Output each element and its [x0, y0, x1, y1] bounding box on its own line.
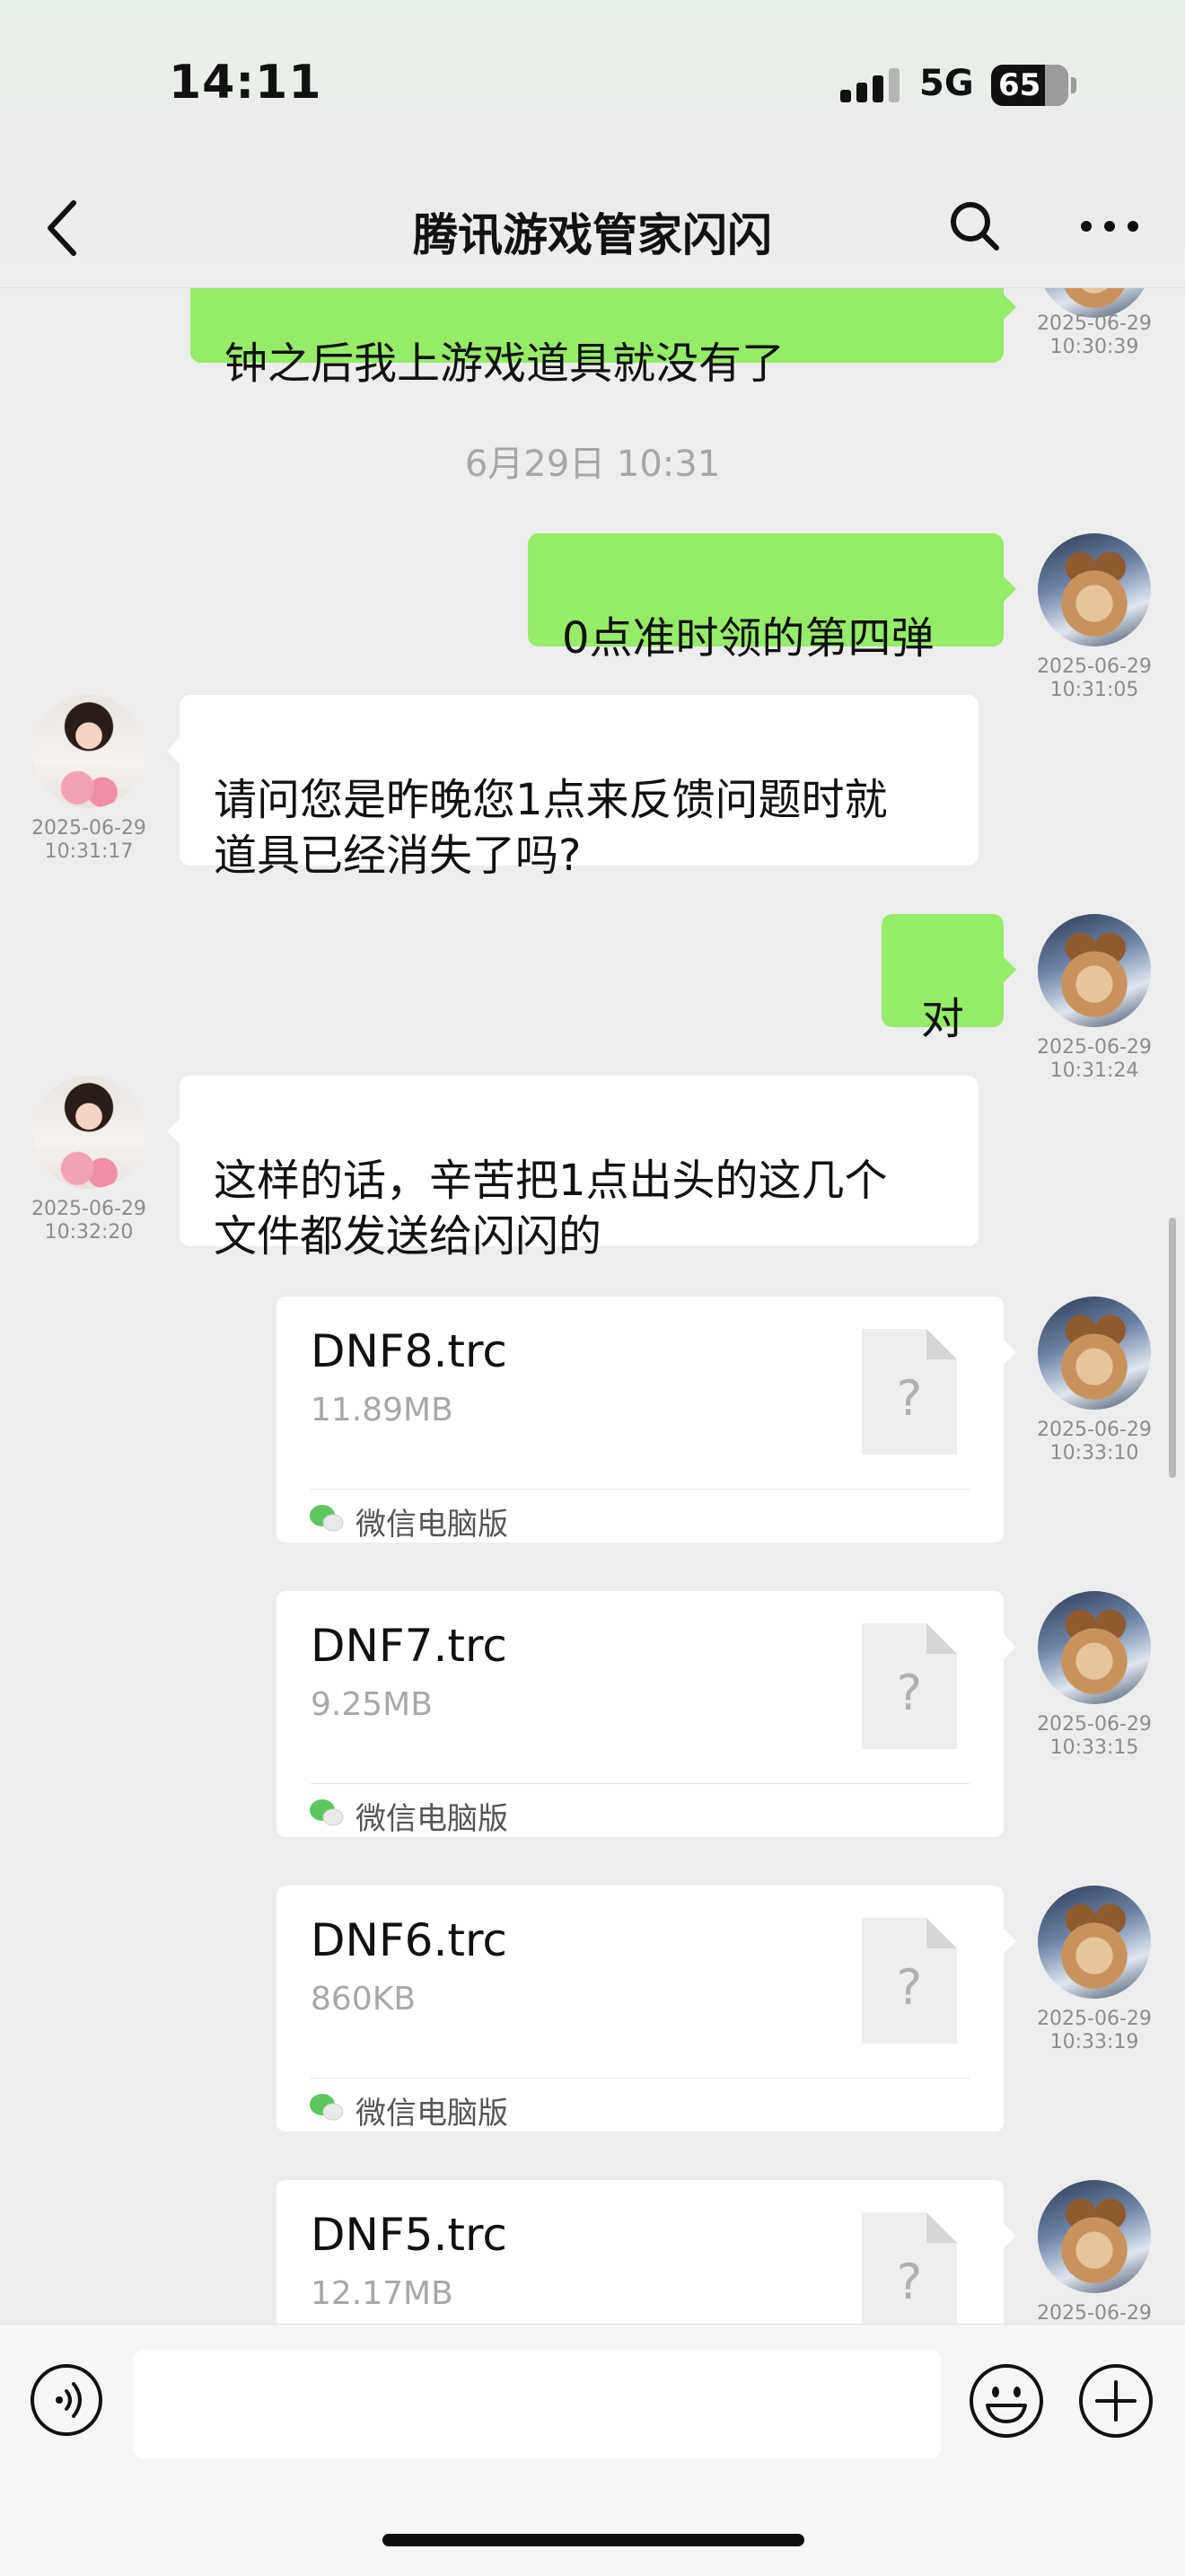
more-button[interactable]: [1077, 203, 1142, 250]
file-name: DNF6.trc: [311, 1914, 507, 1966]
plus-button[interactable]: [1077, 2362, 1154, 2440]
chat-title: 腾讯游戏管家闪闪: [413, 209, 772, 261]
time-divider: 6月29日 10:31: [464, 444, 721, 485]
signal-strength-icon: [840, 66, 900, 102]
search-button[interactable]: [948, 199, 1002, 253]
message-timestamp: 2025-06-29 10:31:05: [1037, 655, 1152, 701]
message-text: 这样的话，辛苦把1点出头的这几个 文件都发送给闪闪的: [214, 1156, 888, 1262]
file-name: DNF8.trc: [311, 1325, 507, 1377]
file-message-card[interactable]: DNF7.trc 9.25MB ? 微信电脑版: [276, 1591, 1016, 1837]
svg-text:?: ?: [897, 1370, 923, 1427]
file-message-card[interactable]: DNF8.trc 11.89MB ? 微信电脑版: [276, 1297, 1016, 1543]
file-name: DNF7.trc: [311, 1620, 507, 1672]
avatar-self[interactable]: [1038, 2180, 1151, 2293]
message-bubble-received[interactable]: 请问您是昨晚您1点来反馈问题时就 道具已经消失了吗?: [167, 695, 979, 881]
avatar-self[interactable]: [1038, 914, 1151, 1027]
unknown-file-icon: ?: [862, 1918, 957, 2044]
file-message-card[interactable]: DNF5.trc 12.17MB ?: [276, 2180, 1016, 2324]
file-message-card[interactable]: DNF6.trc 860KB ? 微信电脑版: [276, 1886, 1016, 2132]
message-bubble-received[interactable]: 这样的话，辛苦把1点出头的这几个 文件都发送给闪闪的: [167, 1076, 979, 1262]
wechat-icon: [310, 1799, 344, 1826]
message-timestamp: 2025-06-29 10:32:20: [31, 1198, 146, 1244]
svg-text:?: ?: [897, 1665, 923, 1721]
file-source-label: 微信电脑版: [356, 2096, 508, 2132]
avatar-contact[interactable]: [32, 1076, 145, 1189]
message-timestamp: 2025-06-29 10:33:10: [1037, 1419, 1152, 1464]
voice-icon: [31, 2364, 102, 2436]
file-size: 12.17MB: [311, 2275, 453, 2312]
message-text: 对: [920, 994, 964, 1044]
message-text: 0点准时领的第四弹: [562, 613, 935, 664]
file-source-label: 微信电脑版: [356, 1507, 508, 1543]
message-bubble-sent[interactable]: 钟之后我上游戏道具就没有了: [190, 287, 1016, 389]
battery-tip: [1071, 77, 1076, 93]
file-name: DNF5.trc: [311, 2209, 507, 2261]
message-timestamp: 2025-06-29: [1037, 2302, 1152, 2324]
battery-icon: 65: [991, 65, 1068, 106]
message-bubble-sent[interactable]: 对: [882, 914, 1016, 1044]
file-source-label: 微信电脑版: [356, 1801, 508, 1837]
file-size: 860KB: [311, 1981, 417, 2018]
plus-icon: [1079, 2364, 1153, 2438]
unknown-file-icon: ?: [862, 2212, 957, 2324]
emoji-button[interactable]: [968, 2362, 1045, 2440]
file-size: 11.89MB: [311, 1392, 453, 1429]
message-timestamp: 2025-06-29 10:33:19: [1037, 2008, 1152, 2053]
unknown-file-icon: ?: [862, 1329, 957, 1455]
avatar-self[interactable]: [1038, 533, 1151, 646]
avatar-self[interactable]: [1038, 1297, 1151, 1410]
file-size: 9.25MB: [311, 1686, 433, 1723]
wechat-icon: [310, 1505, 344, 1532]
message-input[interactable]: [133, 2350, 941, 2459]
voice-button[interactable]: [29, 2362, 104, 2438]
avatar-contact[interactable]: [32, 695, 145, 808]
message-text: 请问您是昨晚您1点来反馈问题时就 道具已经消失了吗?: [214, 775, 888, 881]
message-timestamp: 2025-06-29 10:30:39: [1037, 312, 1152, 358]
divider: [311, 2078, 970, 2079]
battery-level: 65: [998, 67, 1041, 103]
avatar-self[interactable]: [1038, 1886, 1151, 1999]
more-dots-icon: [1081, 221, 1138, 232]
message-timestamp: 2025-06-29 10:31:17: [31, 817, 146, 863]
emoji-icon: [970, 2364, 1043, 2438]
network-type: 5G: [919, 63, 974, 104]
scrollbar[interactable]: [1169, 1218, 1176, 1478]
divider: [311, 1489, 970, 1490]
message-text: 钟之后我上游戏道具就没有了: [224, 338, 786, 389]
wechat-icon: [310, 2094, 344, 2121]
search-icon: [951, 202, 999, 251]
avatar-self[interactable]: [1038, 1591, 1151, 1704]
message-timestamp: 2025-06-29 10:33:15: [1037, 1713, 1152, 1759]
svg-text:?: ?: [897, 2254, 923, 2310]
unknown-file-icon: ?: [862, 1623, 957, 1749]
home-indicator[interactable]: [382, 2534, 804, 2546]
message-timestamp: 2025-06-29 10:31:24: [1037, 1036, 1152, 1082]
status-time: 14:11: [169, 56, 322, 110]
divider: [311, 1783, 970, 1784]
message-bubble-sent[interactable]: 0点准时领的第四弹: [528, 533, 1016, 664]
chat-area[interactable]: 钟之后我上游戏道具就没有了 2025-06-29 10:30:39 6月29日 …: [0, 287, 1185, 2324]
svg-text:?: ?: [897, 1959, 923, 2016]
top-bar: 14:11 5G 65 腾讯游戏管家闪闪: [0, 0, 1185, 288]
